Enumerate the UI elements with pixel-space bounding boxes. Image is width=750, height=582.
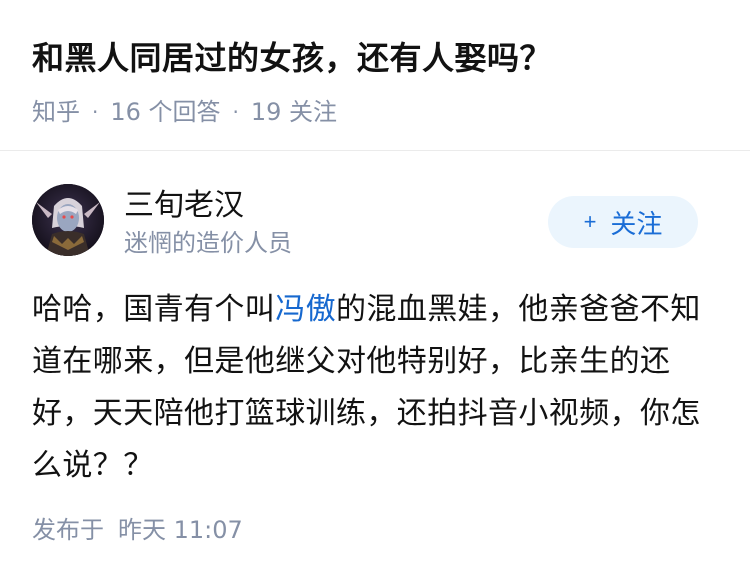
follow-button[interactable]: + 关注 — [548, 196, 698, 248]
meta-separator: · — [92, 100, 99, 124]
author-card: 三旬老汉 迷惘的造价人员 + 关注 — [32, 184, 698, 260]
question-meta: 知乎 · 16 个回答 · 19 关注 — [32, 94, 730, 130]
question-header: 和黑人同居过的女孩，还有人娶吗？ 知乎 · 16 个回答 · 19 关注 — [32, 30, 730, 130]
published-time: 昨天 11:07 — [118, 516, 243, 544]
answer-link[interactable]: 冯傲 — [275, 292, 336, 327]
author-name[interactable]: 三旬老汉 — [124, 186, 244, 226]
publish-info: 发布于 昨天 11:07 — [32, 512, 243, 548]
answer-text-part: 哈哈，国青有个叫 — [32, 292, 276, 327]
source-label[interactable]: 知乎 — [32, 94, 80, 130]
section-divider — [0, 150, 750, 151]
meta-separator: · — [232, 100, 239, 124]
author-bio: 迷惘的造价人员 — [124, 229, 292, 257]
answer-content: 哈哈，国青有个叫冯傲的混血黑娃，他亲爸爸不知道在哪来，但是他继父对他特别好，比亲… — [32, 284, 710, 492]
answer-count[interactable]: 16 个回答 — [110, 94, 220, 130]
question-title[interactable]: 和黑人同居过的女孩，还有人娶吗？ — [32, 30, 730, 86]
avatar-portrait-icon[interactable] — [32, 184, 104, 256]
published-label: 发布于 — [32, 516, 104, 544]
follower-count: 19 关注 — [250, 98, 338, 126]
plus-icon: + — [583, 209, 597, 234]
follow-button-label: 关注 — [610, 208, 663, 239]
